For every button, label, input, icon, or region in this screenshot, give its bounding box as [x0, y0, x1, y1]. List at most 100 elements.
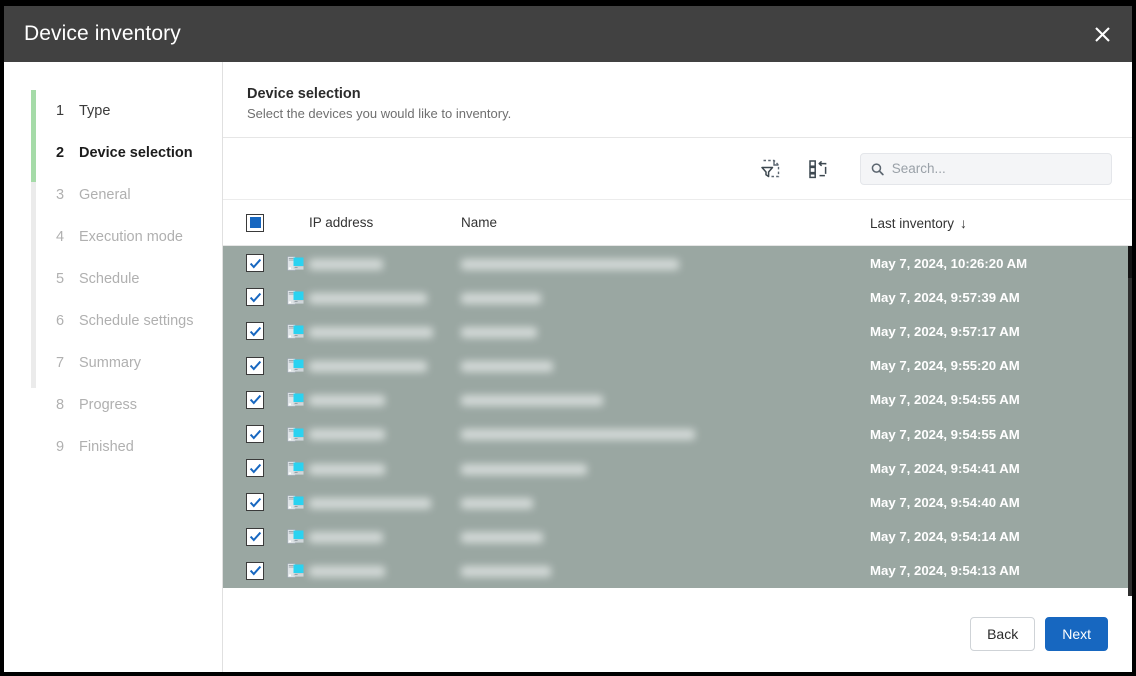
- sidebar-step-type[interactable]: 1 Type: [4, 90, 222, 132]
- redacted-name: [461, 395, 603, 407]
- sidebar-step-progress[interactable]: 8 Progress: [4, 384, 222, 426]
- table-row[interactable]: May 7, 2024, 9:57:17 AM: [223, 314, 1132, 348]
- row-checkbox-cell[interactable]: [223, 322, 287, 341]
- sidebar-step-summary[interactable]: 7 Summary: [4, 342, 222, 384]
- cell-ip-address: [309, 358, 461, 373]
- wizard-sidebar: 1 Type 2 Device selection 3 General 4 Execut…: [4, 62, 223, 672]
- redacted-ip-address: [309, 566, 385, 578]
- table-row[interactable]: May 7, 2024, 9:54:14 AM: [223, 520, 1132, 554]
- row-checkbox-cell[interactable]: [223, 288, 287, 307]
- next-button[interactable]: Next: [1045, 617, 1108, 651]
- sidebar-step-schedule[interactable]: 5 Schedule: [4, 258, 222, 300]
- search-icon: [871, 162, 884, 175]
- row-checkbox[interactable]: [246, 527, 264, 546]
- back-button[interactable]: Back: [970, 617, 1036, 651]
- table-row[interactable]: May 7, 2024, 10:26:20 AM: [223, 246, 1132, 280]
- page-subtitle: Select the devices you would like to inv…: [247, 106, 512, 121]
- row-checkbox-cell[interactable]: [223, 561, 287, 580]
- row-checkbox-cell[interactable]: [223, 527, 287, 546]
- row-checkbox[interactable]: [246, 254, 264, 273]
- sidebar-step-general[interactable]: 3 General: [4, 174, 222, 216]
- row-checkbox[interactable]: [246, 356, 264, 375]
- row-checkbox-cell[interactable]: [223, 459, 287, 478]
- cell-name: [461, 563, 870, 578]
- step-label: Execution mode: [79, 229, 183, 245]
- redacted-name: [461, 326, 537, 338]
- device-type-cell: [287, 529, 309, 544]
- step-number: 6: [56, 313, 65, 329]
- step-label: Device selection: [79, 145, 193, 161]
- table-header-row: IP address Name Last inventory ↓: [223, 200, 1132, 246]
- row-checkbox[interactable]: [246, 493, 264, 512]
- cell-ip-address: [309, 256, 461, 271]
- sidebar-step-execution-mode[interactable]: 4 Execution mode: [4, 216, 222, 258]
- cell-last-inventory: May 7, 2024, 9:54:40 AM: [870, 494, 1020, 510]
- table-toolbar: [223, 138, 1132, 200]
- selection-list-icon[interactable]: [802, 152, 836, 186]
- step-number: 7: [56, 355, 65, 371]
- row-checkbox[interactable]: [246, 459, 264, 478]
- redacted-ip-address: [309, 292, 427, 304]
- cell-ip-address: [309, 392, 461, 407]
- search-input[interactable]: [891, 161, 1101, 176]
- device-type-cell: [287, 460, 309, 476]
- table-scrollbar-thumb[interactable]: [1128, 242, 1132, 278]
- sidebar-step-finished[interactable]: 9 Finished: [4, 426, 222, 468]
- redacted-name: [461, 497, 533, 509]
- check-icon: [249, 566, 261, 576]
- redacted-name: [461, 566, 551, 578]
- computer-icon: [287, 563, 304, 579]
- sidebar-step-schedule-settings[interactable]: 6 Schedule settings: [4, 300, 222, 342]
- table-row[interactable]: May 7, 2024, 9:55:20 AM: [223, 349, 1132, 383]
- filter-document-icon[interactable]: [754, 152, 788, 186]
- select-all-checkbox-cell[interactable]: [223, 213, 287, 232]
- computer-icon: [287, 426, 304, 442]
- row-checkbox[interactable]: [246, 390, 264, 409]
- check-icon: [249, 361, 261, 371]
- step-label: Schedule: [79, 271, 140, 287]
- sort-descending-icon: ↓: [960, 214, 968, 231]
- device-type-cell: [287, 324, 309, 339]
- cell-ip-address: [309, 461, 461, 476]
- cell-name: [461, 358, 870, 373]
- step-number: 9: [56, 439, 65, 455]
- step-label: Type: [79, 103, 111, 119]
- row-checkbox[interactable]: [246, 288, 264, 307]
- table-row[interactable]: May 7, 2024, 9:57:39 AM: [223, 280, 1132, 314]
- computer-icon: [287, 529, 304, 544]
- row-checkbox-cell[interactable]: [223, 425, 287, 444]
- wizard-step-list: 1 Type 2 Device selection 3 General 4 Execut…: [4, 90, 222, 468]
- column-header-last-inventory[interactable]: Last inventory ↓: [870, 215, 1132, 231]
- computer-icon: [287, 289, 304, 305]
- computer-icon: [287, 460, 304, 476]
- row-checkbox-cell[interactable]: [223, 390, 287, 409]
- column-header-name[interactable]: Name: [461, 215, 870, 230]
- search-field[interactable]: [860, 152, 1112, 185]
- table-row[interactable]: May 7, 2024, 9:54:41 AM: [223, 451, 1132, 485]
- column-header-ip-address[interactable]: IP address: [309, 215, 461, 230]
- check-icon: [249, 532, 261, 542]
- table-row[interactable]: May 7, 2024, 9:54:40 AM: [223, 485, 1132, 519]
- row-checkbox[interactable]: [246, 425, 264, 444]
- row-checkbox-cell[interactable]: [223, 493, 287, 512]
- check-icon: [249, 463, 261, 474]
- select-all-checkbox[interactable]: [246, 213, 264, 232]
- step-label: Progress: [79, 397, 138, 413]
- table-row[interactable]: May 7, 2024, 9:54:55 AM: [223, 417, 1132, 451]
- device-type-cell: [287, 358, 309, 374]
- row-checkbox[interactable]: [246, 322, 264, 341]
- step-number: 2: [56, 145, 65, 161]
- cell-last-inventory: May 7, 2024, 9:54:41 AM: [870, 460, 1020, 476]
- redacted-ip-address: [309, 497, 431, 509]
- computer-icon: [287, 392, 304, 408]
- table-row[interactable]: May 7, 2024, 9:54:55 AM: [223, 383, 1132, 417]
- sidebar-step-device-selection[interactable]: 2 Device selection: [4, 132, 222, 174]
- row-checkbox-cell[interactable]: [223, 356, 287, 375]
- table-scrollbar[interactable]: [1128, 200, 1132, 596]
- step-label: Summary: [79, 355, 142, 371]
- close-icon[interactable]: [1080, 12, 1124, 56]
- row-checkbox[interactable]: [246, 561, 264, 580]
- step-label: General: [79, 187, 131, 203]
- table-row[interactable]: May 7, 2024, 9:54:13 AM: [223, 554, 1132, 588]
- row-checkbox-cell[interactable]: [223, 254, 287, 273]
